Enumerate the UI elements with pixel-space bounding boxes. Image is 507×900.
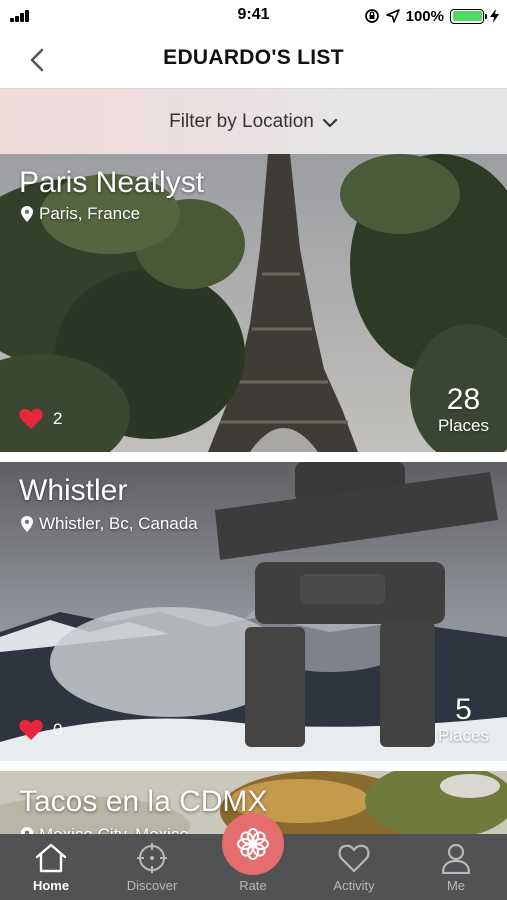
divider — [0, 761, 507, 771]
charging-bolt-icon — [490, 9, 499, 23]
list-location-text: Paris, France — [39, 204, 141, 223]
list-card[interactable]: Paris Neatlyst Paris, France 2 28 Places — [0, 154, 507, 452]
likes[interactable]: 0 — [19, 719, 62, 740]
list-card[interactable]: Whistler Whistler, Bc, Canada 0 5 Places — [0, 462, 507, 761]
heart-outline-icon — [338, 844, 370, 873]
tab-label: Me — [446, 878, 466, 893]
battery-icon — [450, 8, 487, 24]
filter-label: Filter by Location — [169, 110, 314, 132]
list-location: Whistler, Bc, Canada — [21, 514, 198, 534]
places-number: 28 — [446, 383, 481, 416]
list-location-text: Whistler, Bc, Canada — [39, 514, 198, 533]
status-right: 100% — [364, 6, 499, 26]
tab-home[interactable]: Home — [11, 842, 91, 893]
places-count: 5 Places — [438, 694, 489, 746]
location-pin-icon — [21, 206, 33, 222]
places-label: Places — [437, 416, 489, 435]
location-arrow-icon — [385, 9, 400, 23]
crosshair-icon — [137, 843, 167, 873]
divider — [0, 452, 507, 462]
battery-percent: 100% — [405, 7, 444, 25]
places-count: 28 Places — [438, 384, 489, 436]
heart-icon[interactable] — [19, 408, 43, 429]
tab-label: Home — [32, 878, 70, 893]
page-title: EDUARDO'S LIST — [163, 46, 344, 69]
tab-label: Rate — [239, 878, 267, 893]
chevron-down-icon — [322, 118, 337, 127]
user-icon — [441, 843, 471, 874]
likes[interactable]: 2 — [19, 408, 62, 429]
places-number: 5 — [455, 693, 472, 726]
list-title: Tacos en la CDMX — [19, 785, 268, 818]
rotation-lock-icon — [364, 9, 379, 23]
flower-icon — [237, 828, 269, 860]
list-location: Paris, France — [21, 204, 140, 224]
heart-icon[interactable] — [19, 719, 43, 740]
filter-by-location-button[interactable]: Filter by Location — [0, 88, 507, 154]
tab-activity[interactable]: Activity — [314, 842, 394, 893]
tab-label: Activity — [333, 878, 375, 893]
home-icon — [35, 843, 67, 873]
tab-me[interactable]: Me — [416, 842, 496, 893]
list-title: Paris Neatlyst — [19, 166, 205, 199]
location-pin-icon — [21, 516, 33, 532]
places-label: Places — [437, 726, 489, 745]
status-bar: 9:41 100% — [0, 0, 507, 32]
rate-button[interactable] — [222, 813, 284, 875]
list-title: Whistler — [19, 474, 128, 507]
likes-count: 2 — [53, 408, 63, 428]
nav-header: EDUARDO'S LIST — [0, 32, 507, 88]
likes-count: 0 — [53, 719, 63, 739]
tab-label: Discover — [126, 878, 178, 893]
tab-discover[interactable]: Discover — [112, 842, 192, 893]
